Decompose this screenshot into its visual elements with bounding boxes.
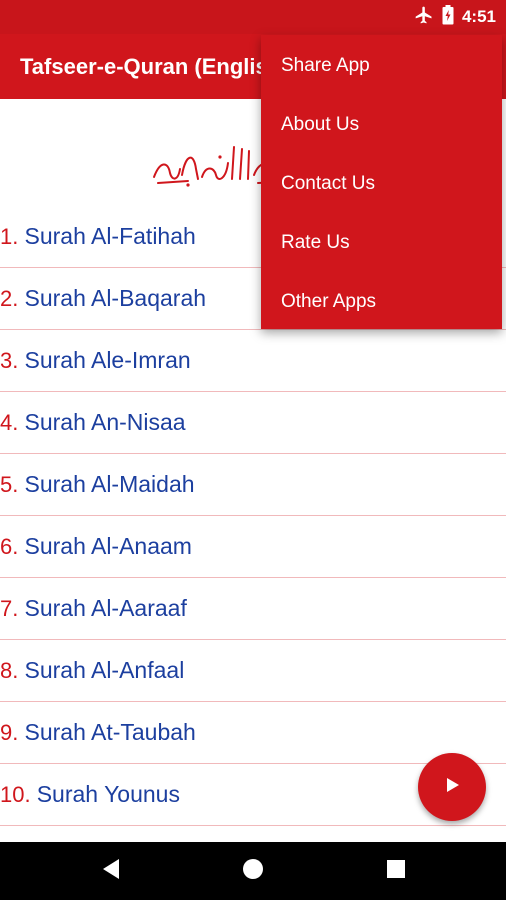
menu-item-rate-us[interactable]: Rate Us [261,212,502,271]
navigation-bar [0,842,506,900]
menu-item-contact-us[interactable]: Contact Us [261,153,502,212]
surah-name: Surah Al-Anaam [24,533,192,559]
surah-name: Surah Ale-Imran [24,347,191,373]
surah-name: Surah Al-Fatihah [24,223,196,249]
surah-number: 2. Surah Al-Baqarah [0,285,207,311]
airplane-icon [414,5,434,30]
surah-number: 6. Surah Al-Anaam [0,533,192,559]
surah-number: 3. Surah Ale-Imran [0,347,191,373]
menu-item-about-us[interactable]: About Us [261,94,502,153]
status-bar: 4:51 [0,0,506,34]
list-item[interactable]: 4. Surah An-Nisaa [0,392,506,454]
back-button[interactable] [81,842,141,900]
surah-number: 10. Surah Younus [0,781,180,807]
status-icons: 4:51 [414,0,496,34]
surah-name: Surah Al-Baqarah [24,285,207,311]
battery-icon [442,4,454,30]
list-item[interactable]: 5. Surah Al-Maidah [0,454,506,516]
list-item[interactable]: 9. Surah At-Taubah [0,702,506,764]
surah-number: 1. Surah Al-Fatihah [0,223,196,249]
surah-name: Surah Al-Aaraaf [24,595,187,621]
overflow-menu: Share App About Us Contact Us Rate Us Ot… [261,35,502,329]
surah-name: Surah An-Nisaa [24,409,186,435]
list-item[interactable]: 3. Surah Ale-Imran [0,330,506,392]
app-title: Tafseer-e-Quran (English) [20,54,289,79]
surah-number: 8. Surah Al-Anfaal [0,657,185,683]
status-time: 4:51 [461,7,496,26]
play-button[interactable] [418,753,486,821]
surah-number: 9. Surah At-Taubah [0,719,196,745]
surah-name: Surah Al-Anfaal [24,657,185,683]
recents-icon [387,859,405,883]
play-icon [442,775,462,800]
home-button[interactable] [223,842,283,900]
surah-number: 4. Surah An-Nisaa [0,409,186,435]
surah-number: 5. Surah Al-Maidah [0,471,195,497]
list-item[interactable]: 6. Surah Al-Anaam [0,516,506,578]
surah-name: Surah Al-Maidah [24,471,195,497]
menu-item-share-app[interactable]: Share App [261,35,502,94]
list-item[interactable]: 7. Surah Al-Aaraaf [0,578,506,640]
surah-name: Surah Younus [36,781,180,807]
menu-item-other-apps[interactable]: Other Apps [261,271,502,330]
surah-number: 7. Surah Al-Aaraaf [0,595,187,621]
back-icon [101,858,121,885]
home-icon [242,858,264,885]
recents-button[interactable] [366,842,426,900]
list-item[interactable]: 8. Surah Al-Anfaal [0,640,506,702]
surah-name: Surah At-Taubah [24,719,196,745]
